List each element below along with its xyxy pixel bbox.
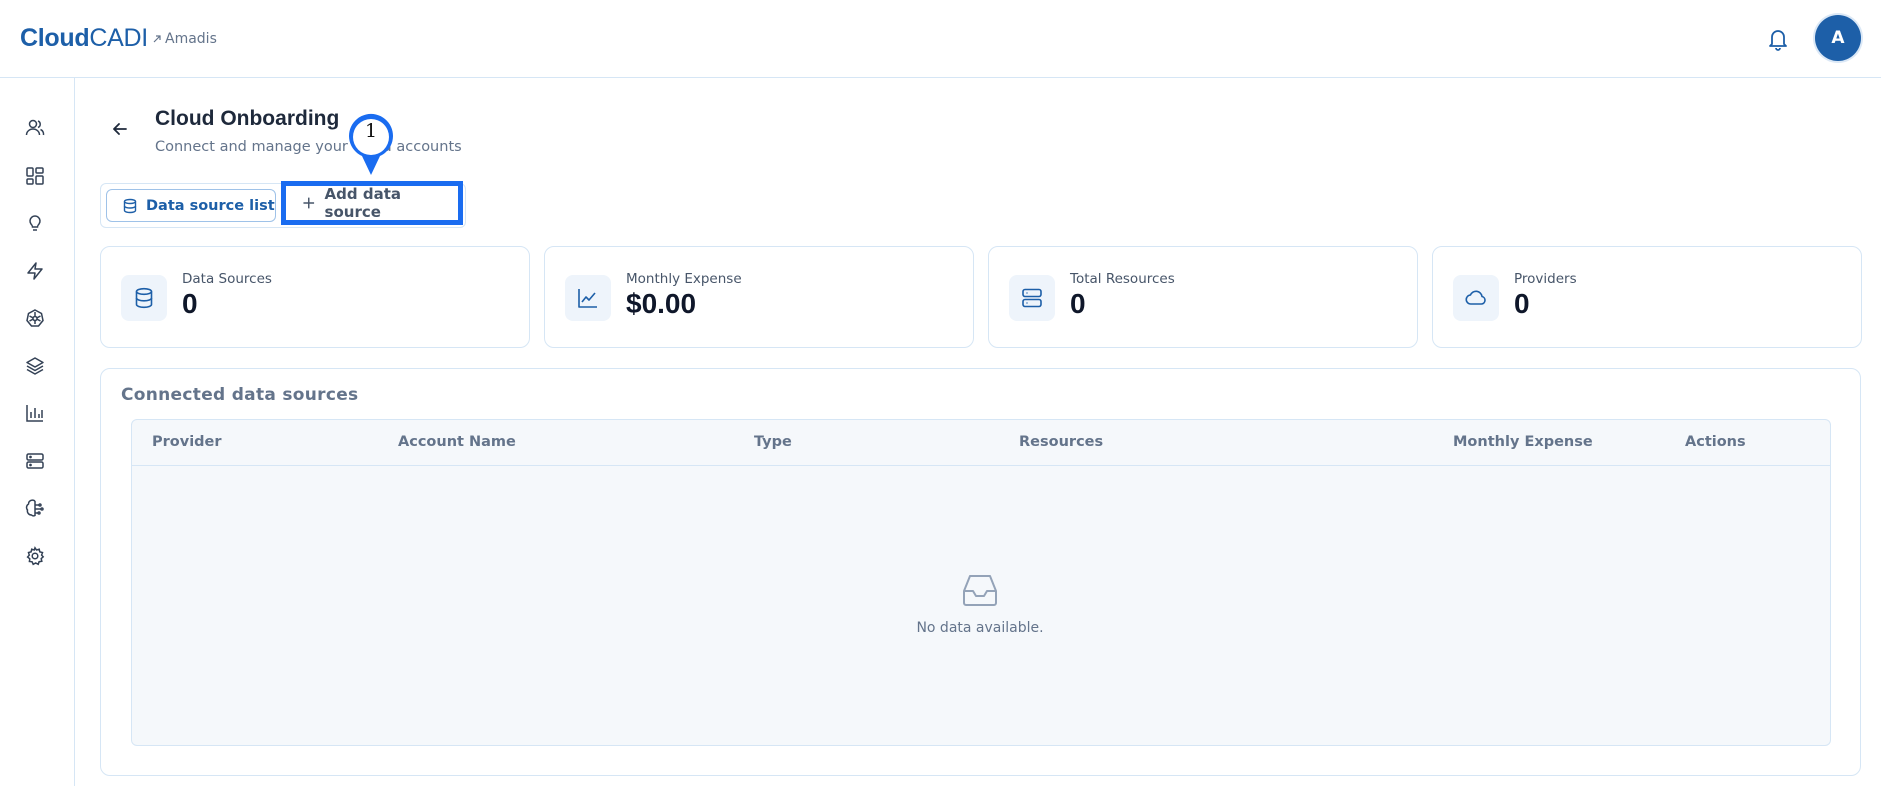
sidebar-item-automation[interactable] (20, 256, 50, 286)
tab-data-source-list-label: Data source list (146, 197, 275, 214)
stat-label: Monthly Expense (626, 271, 742, 287)
line-chart-icon (565, 275, 611, 321)
lightbulb-icon (29, 215, 41, 231)
arrow-left-icon (113, 123, 127, 135)
arrow-up-right-icon (153, 35, 161, 43)
sidebar-item-ai[interactable] (20, 493, 50, 523)
org-name: Amadis (165, 31, 217, 47)
stat-label: Data Sources (182, 271, 272, 287)
stat-label: Total Resources (1070, 271, 1175, 287)
tab-data-source-list[interactable]: Data source list (106, 189, 276, 222)
sidebar-item-users[interactable] (20, 113, 50, 143)
step-marker-number: 1 (364, 120, 378, 142)
stat-value: 0 (1514, 288, 1530, 319)
tab-add-data-source-label: Add data source (324, 185, 401, 221)
stat-card-providers: Providers 0 (1432, 246, 1862, 348)
stat-label: Providers (1514, 271, 1577, 287)
brand-logo[interactable]: CloudCADI (20, 24, 148, 53)
brain-icon (25, 499, 44, 517)
sidebar-item-layers[interactable] (20, 351, 50, 381)
users-icon (25, 119, 45, 136)
sidebar (0, 78, 75, 786)
stat-value: 0 (1070, 288, 1086, 319)
sidebar-item-reports[interactable] (20, 398, 50, 428)
gear-icon (26, 546, 45, 566)
panel-title: Connected data sources (121, 385, 359, 405)
sidebar-item-insights[interactable] (20, 208, 50, 238)
notification-bell-icon[interactable] (1763, 24, 1793, 54)
page-title: Cloud Onboarding (155, 107, 340, 130)
stat-card-total-resources: Total Resources 0 (988, 246, 1418, 348)
brand-name-bold: Cloud (20, 24, 90, 52)
sidebar-item-settings[interactable] (20, 541, 50, 571)
lightning-icon (27, 262, 43, 280)
column-header-provider[interactable]: Provider (152, 434, 222, 450)
empty-state-text: No data available. (916, 620, 1044, 636)
top-bar: CloudCADI Amadis A (0, 0, 1881, 78)
org-switcher[interactable]: Amadis (152, 31, 217, 47)
stat-value: $0.00 (626, 288, 697, 319)
inbox-icon (963, 575, 997, 606)
server-icon (26, 453, 44, 469)
column-header-type[interactable]: Type (754, 434, 792, 450)
stat-card-data-sources: Data Sources 0 (100, 246, 530, 348)
column-header-resources[interactable]: Resources (1019, 434, 1103, 450)
database-icon (121, 275, 167, 321)
sidebar-item-dashboard[interactable] (20, 161, 50, 191)
stat-card-monthly-expense: Monthly Expense $0.00 (544, 246, 974, 348)
database-icon (123, 198, 137, 213)
sidebar-item-kubernetes[interactable] (20, 303, 50, 333)
bar-chart-icon (26, 405, 43, 422)
tab-add-data-source[interactable]: Add data source (281, 181, 463, 225)
column-header-actions: Actions (1685, 434, 1746, 450)
kubernetes-icon (26, 309, 44, 327)
plus-icon (303, 197, 315, 209)
back-button[interactable] (107, 116, 133, 142)
column-header-monthly-expense[interactable]: Monthly Expense (1453, 434, 1593, 450)
sidebar-item-servers[interactable] (20, 446, 50, 476)
stat-value: 0 (182, 288, 198, 319)
user-avatar[interactable]: A (1815, 15, 1861, 61)
brand-name-light: CADI (89, 24, 148, 52)
page-subtitle: Connect and manage your cloud accounts (155, 139, 462, 155)
cloud-icon (1453, 275, 1499, 321)
server-icon (1009, 275, 1055, 321)
column-header-account-name[interactable]: Account Name (398, 434, 516, 450)
layers-icon (26, 357, 44, 375)
dashboard-icon (26, 167, 44, 185)
